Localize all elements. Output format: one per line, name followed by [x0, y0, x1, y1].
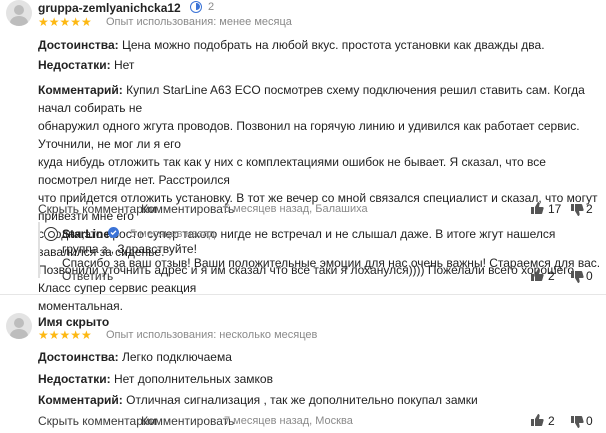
comment-label: Комментарий: [38, 393, 123, 407]
pros-row: Достоинства: Цена можно подобрать на люб… [38, 36, 545, 54]
avatar-head [14, 5, 24, 15]
comment-row: Комментарий: Отличная сигнализация , так… [38, 391, 478, 409]
comment-line: Комментарий: Купил StarLine A63 ECO посм… [38, 81, 604, 117]
starline-logo-icon [44, 227, 58, 241]
cons-text: Нет [113, 58, 135, 72]
review-divider [0, 294, 606, 295]
rating-stars: ★★★★★ [38, 328, 92, 342]
thumb-down-icon[interactable] [570, 415, 584, 429]
thumb-down-icon[interactable] [570, 203, 584, 217]
review-date-location: 7 месяцев назад, Москва [224, 415, 353, 427]
avatar-head [14, 318, 24, 328]
dislike-count: 2 [586, 202, 593, 216]
comment-link[interactable]: Комментировать [141, 202, 234, 216]
pros-label: Достоинства: [38, 38, 119, 52]
hide-comments-link[interactable]: Скрыть комментарии [38, 414, 156, 428]
cons-label: Недостатки: [38, 58, 111, 72]
avatar[interactable] [6, 0, 32, 26]
thumb-up-icon[interactable] [530, 268, 544, 282]
dislike-count: 0 [586, 269, 593, 283]
experience-text: Опыт использования: несколько месяцев [106, 329, 318, 341]
rating-stars: ★★★★★ [38, 15, 92, 29]
experience-text: Опыт использования: менее месяца [106, 16, 292, 28]
cons-row: Недостатки: Нет [38, 56, 134, 74]
review-count: 2 [208, 1, 215, 13]
like-count: 17 [548, 202, 562, 216]
avatar-torso [10, 16, 28, 26]
cons-row: Недостатки: Нет дополнительных замков [38, 370, 273, 388]
hide-comments-link[interactable]: Скрыть комментарии [38, 202, 156, 216]
pros-text: Цена можно подобрать на любой вкус. прос… [122, 38, 545, 52]
like-count: 2 [548, 414, 555, 428]
review-username[interactable]: gruppa-zemlyanichcka12 [38, 1, 181, 15]
pros-text: Легко подключаема [122, 350, 232, 364]
comment-block: Комментарий: Купил StarLine A63 ECO посм… [38, 81, 604, 315]
dislike-count: 0 [586, 414, 593, 428]
reply-thread-line [38, 222, 40, 278]
verified-icon [108, 227, 119, 238]
thumb-down-icon[interactable] [570, 270, 584, 284]
reply-author[interactable]: StarLine [62, 227, 110, 241]
verified-check [110, 230, 117, 236]
cons-text: Нет дополнительных замков [113, 372, 273, 386]
pros-row: Достоинства: Легко подключаема [38, 348, 232, 366]
reply-button[interactable]: Ответить [62, 269, 113, 283]
comment-line: моментальная. [38, 299, 123, 313]
comment-link[interactable]: Комментировать [141, 414, 234, 428]
avatar-torso [10, 329, 28, 339]
avatar[interactable] [6, 313, 32, 339]
thumb-up-icon[interactable] [530, 413, 544, 427]
reply-time: 5 месяцев назад [130, 228, 216, 240]
comment-label: Комментарий: [38, 83, 123, 97]
user-badge-icon [190, 1, 202, 13]
pros-label: Достоинства: [38, 350, 119, 364]
cons-label: Недостатки: [38, 372, 111, 386]
comment-text: Отличная сигнализация , так же дополните… [126, 393, 478, 407]
review-date-location: 5 месяцев назад, Балашиха [224, 203, 368, 215]
like-count: 2 [548, 269, 555, 283]
reply-body: Спасибо за ваш отзыв! Ваши положительные… [62, 256, 601, 270]
comment-line: обнаружил одного жгута проводов. Позвони… [38, 119, 580, 151]
thumb-up-icon[interactable] [530, 201, 544, 215]
review-username[interactable]: Имя скрыто [38, 315, 109, 329]
badge-fill [196, 3, 200, 10]
comment-line: куда нибудь отложить так как у них с ком… [38, 155, 546, 187]
